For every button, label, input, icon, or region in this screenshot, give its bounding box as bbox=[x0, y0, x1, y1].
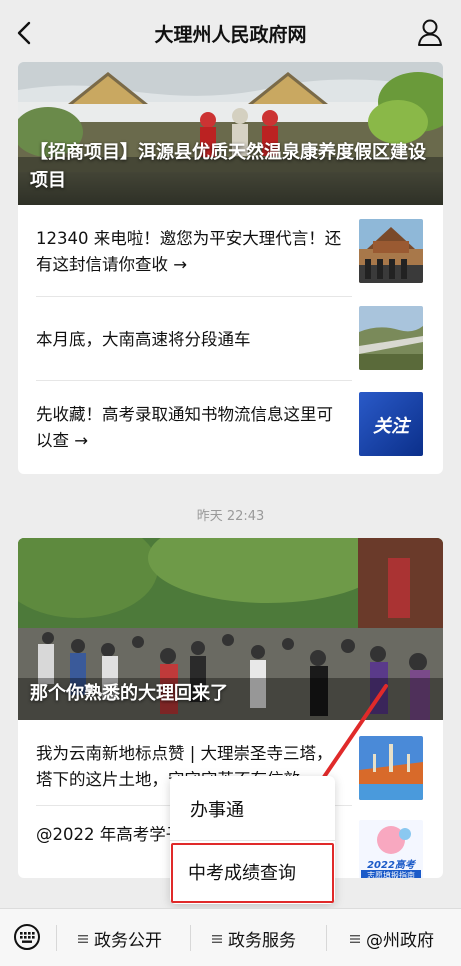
thumbnail-label: 2022高考 bbox=[367, 860, 415, 871]
menu-lines-icon bbox=[212, 935, 222, 943]
menu-lines-icon bbox=[350, 935, 360, 943]
article-thumbnail bbox=[359, 219, 423, 283]
thumbnail-label: 关注 bbox=[373, 416, 409, 437]
list-item[interactable]: 本月底，大南高速将分段通车 bbox=[18, 297, 443, 381]
divider bbox=[190, 925, 191, 951]
tab-government-affairs-public[interactable]: 政务公开 bbox=[78, 926, 162, 951]
keyboard-icon[interactable] bbox=[12, 924, 42, 950]
article-thumbnail: 2022高考 志愿填报指南 bbox=[359, 820, 423, 878]
tab-prefecture-government[interactable]: @州政府 bbox=[350, 926, 434, 951]
menu-item-banshitong[interactable]: 办事通 bbox=[170, 782, 335, 838]
hero-article[interactable]: 那个你熟悉的大理回来了 bbox=[18, 538, 443, 720]
article-card-1: 【招商项目】洱源县优质天然温泉康养度假区建设项目 12340 来电啦！邀您为平安… bbox=[18, 62, 443, 474]
list-item[interactable]: 先收藏！高考录取通知书物流信息这里可以查 → 关注 bbox=[18, 381, 443, 474]
article-title: 12340 来电啦！邀您为平安大理代言！还有这封信请你查收 → bbox=[36, 229, 342, 274]
page-title: 大理州人民政府网 bbox=[154, 24, 307, 46]
highlight-box bbox=[171, 843, 334, 903]
divider bbox=[170, 840, 335, 841]
user-profile-icon[interactable] bbox=[417, 18, 443, 46]
article-title: 本月底，大南高速将分段通车 bbox=[36, 330, 251, 349]
tab-government-services[interactable]: 政务服务 bbox=[212, 926, 296, 951]
navigation-bar: 大理州人民政府网 bbox=[0, 0, 461, 66]
article-thumbnail: 关注 bbox=[359, 392, 423, 456]
hero-title: 【招商项目】洱源县优质天然温泉康养度假区建设项目 bbox=[30, 142, 426, 191]
bottom-menu-bar: 政务公开 政务服务 @州政府 bbox=[0, 908, 461, 966]
article-thumbnail bbox=[359, 306, 423, 370]
divider bbox=[56, 925, 57, 951]
article-title: 先收藏！高考录取通知书物流信息这里可以查 → bbox=[36, 405, 333, 450]
hero-article[interactable]: 【招商项目】洱源县优质天然温泉康养度假区建设项目 bbox=[18, 62, 443, 205]
timestamp: 昨天 22:43 bbox=[196, 509, 265, 524]
article-thumbnail bbox=[359, 736, 423, 800]
divider bbox=[326, 925, 327, 951]
thumbnail-sublabel: 志愿填报指南 bbox=[361, 870, 421, 878]
menu-lines-icon bbox=[78, 935, 88, 943]
submenu-popup: 办事通 中考成绩查询 bbox=[170, 776, 335, 904]
hero-title: 那个你熟悉的大理回来了 bbox=[30, 683, 228, 704]
list-item[interactable]: 12340 来电啦！邀您为平安大理代言！还有这封信请你查收 → bbox=[18, 205, 443, 297]
